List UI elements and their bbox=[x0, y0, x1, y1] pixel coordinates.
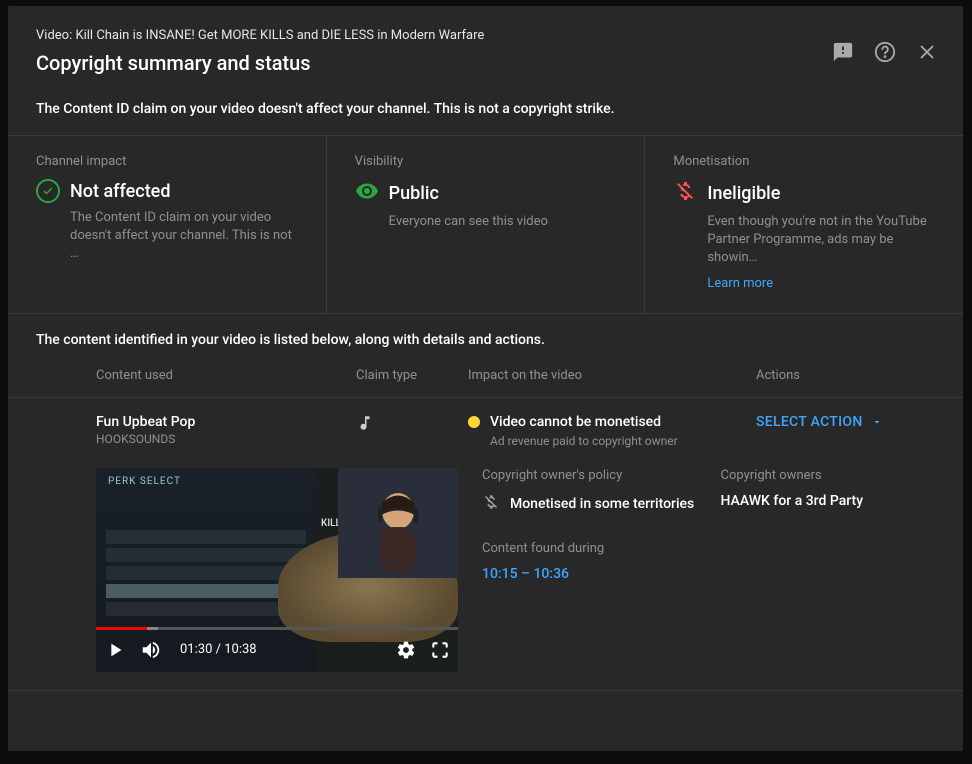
policy-label: Copyright owner's policy bbox=[482, 468, 697, 483]
volume-button[interactable] bbox=[140, 639, 162, 661]
summary-row: Channel impact Not affected The Content … bbox=[8, 135, 963, 314]
monetisation-desc: Even though you're not in the YouTube Pa… bbox=[673, 213, 939, 268]
fullscreen-button[interactable] bbox=[430, 640, 450, 660]
close-icon bbox=[916, 41, 938, 63]
feedback-button[interactable] bbox=[831, 40, 855, 64]
play-button[interactable] bbox=[104, 639, 126, 661]
channel-impact-label: Channel impact bbox=[36, 154, 302, 169]
channel-impact-desc: The Content ID claim on your video doesn… bbox=[36, 209, 302, 264]
channel-impact-cell: Channel impact Not affected The Content … bbox=[8, 136, 327, 313]
content-title: Fun Upbeat Pop bbox=[96, 414, 356, 430]
impact-title: Video cannot be monetised bbox=[490, 414, 661, 430]
visibility-value: Public bbox=[389, 183, 439, 204]
help-button[interactable] bbox=[873, 40, 897, 64]
dollar-slash-small-icon bbox=[482, 493, 500, 515]
col-impact-header: Impact on the video bbox=[468, 368, 756, 383]
policy-value: Monetised in some territories bbox=[510, 496, 694, 512]
claim-row-top: Fun Upbeat Pop HOOKSOUNDS Video cannot b… bbox=[96, 414, 935, 448]
video-time: 01:30 / 10:38 bbox=[180, 642, 257, 657]
monetisation-cell: Monetisation Ineligible Even though you'… bbox=[645, 136, 963, 313]
status-dot-yellow bbox=[468, 416, 480, 428]
content-list-intro: The content identified in your video is … bbox=[8, 314, 963, 368]
learn-more-link[interactable]: Learn more bbox=[673, 276, 939, 291]
info-banner: The Content ID claim on your video doesn… bbox=[8, 83, 963, 135]
col-actions-header: Actions bbox=[756, 368, 935, 383]
visibility-desc: Everyone can see this video bbox=[355, 213, 621, 231]
timestamp-link[interactable]: 10:15 – 10:36 bbox=[482, 566, 569, 582]
video-subtitle: Video: Kill Chain is INSANE! Get MORE KI… bbox=[36, 28, 484, 43]
col-claim-header: Claim type bbox=[356, 368, 468, 383]
dropdown-arrow-icon bbox=[871, 416, 883, 428]
thumb-webcam bbox=[338, 468, 458, 578]
eye-icon bbox=[355, 179, 379, 207]
col-content-header: Content used bbox=[96, 368, 356, 383]
content-artist: HOOKSOUNDS bbox=[96, 432, 356, 446]
monetisation-value: Ineligible bbox=[707, 183, 780, 204]
monetisation-label: Monetisation bbox=[673, 154, 939, 169]
select-action-label: SELECT ACTION bbox=[756, 414, 863, 430]
channel-impact-value: Not affected bbox=[70, 181, 170, 202]
video-thumbnail[interactable]: PERK SELECT KILL CHAIN bbox=[96, 468, 458, 672]
select-action-button[interactable]: SELECT ACTION bbox=[756, 414, 935, 430]
owners-label: Copyright owners bbox=[721, 468, 936, 483]
music-note-icon bbox=[356, 420, 374, 436]
dialog-title: Copyright summary and status bbox=[36, 51, 484, 75]
visibility-cell: Visibility Public Everyone can see this … bbox=[327, 136, 646, 313]
feedback-icon bbox=[832, 41, 854, 63]
found-label: Content found during bbox=[482, 541, 697, 556]
check-circle-icon bbox=[36, 179, 60, 203]
header-actions bbox=[831, 40, 939, 64]
table-header: Content used Claim type Impact on the vi… bbox=[8, 368, 963, 397]
video-controls: 01:30 / 10:38 bbox=[96, 628, 458, 672]
help-icon bbox=[874, 41, 896, 63]
owners-value: HAAWK for a 3rd Party bbox=[721, 493, 864, 509]
settings-button[interactable] bbox=[396, 640, 416, 660]
visibility-label: Visibility bbox=[355, 154, 621, 169]
claim-details: PERK SELECT KILL CHAIN bbox=[96, 468, 935, 672]
thumb-perk-label: PERK SELECT bbox=[108, 476, 181, 487]
dialog-header: Video: Kill Chain is INSANE! Get MORE KI… bbox=[8, 6, 963, 83]
title-group: Video: Kill Chain is INSANE! Get MORE KI… bbox=[36, 28, 484, 75]
details-columns: Copyright owner's policy Monetised in so… bbox=[482, 468, 935, 582]
copyright-dialog: Video: Kill Chain is INSANE! Get MORE KI… bbox=[8, 6, 963, 751]
impact-subtitle: Ad revenue paid to copyright owner bbox=[468, 434, 756, 448]
dollar-slash-icon bbox=[673, 179, 697, 207]
claim-row: Fun Upbeat Pop HOOKSOUNDS Video cannot b… bbox=[8, 397, 963, 691]
close-button[interactable] bbox=[915, 40, 939, 64]
